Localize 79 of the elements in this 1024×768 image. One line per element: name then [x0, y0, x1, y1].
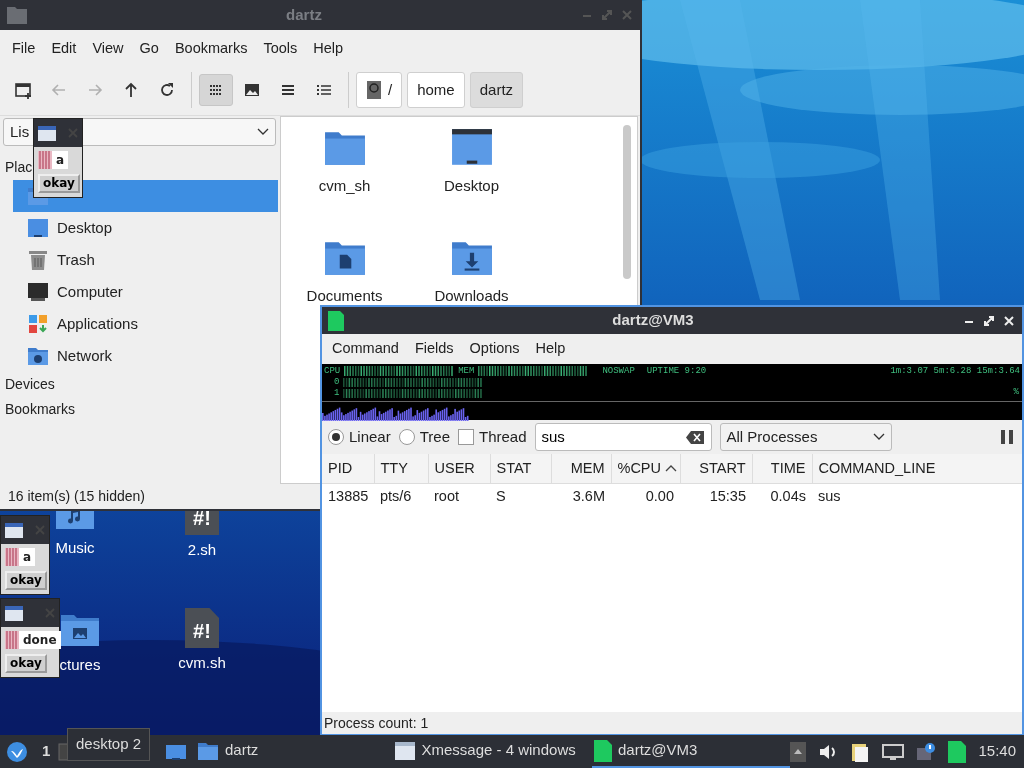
core-label: 1: [334, 386, 340, 400]
menu-item[interactable]: Edit: [43, 36, 85, 62]
core-label: 0: [334, 375, 340, 389]
path-button[interactable]: home: [407, 72, 465, 109]
radio-button[interactable]: Linear: [328, 425, 391, 448]
table-cell: S: [490, 483, 551, 509]
hashbang-glyph: #!: [193, 621, 211, 641]
menu-item[interactable]: File: [4, 36, 44, 62]
table-cell: 3.6M: [551, 483, 611, 509]
desktop-icon-label[interactable]: Music: [55, 537, 95, 560]
desktop-icon-label[interactable]: 2.sh: [187, 539, 217, 562]
status-text: Process count: 1: [324, 713, 429, 733]
menu-item[interactable]: Go: [131, 36, 167, 62]
file-label[interactable]: cvm_sh: [318, 174, 371, 198]
table-cell: 0.00: [611, 483, 680, 509]
window-title: dartz: [285, 4, 323, 25]
meter-label: CPU: [324, 364, 341, 378]
column-header[interactable]: PID: [322, 453, 374, 484]
column-header[interactable]: START: [680, 453, 752, 484]
radio-button[interactable]: Tree: [398, 425, 450, 448]
section-heading[interactable]: Bookmarks: [3, 396, 78, 422]
sidebar-item[interactable]: Network: [13, 339, 278, 372]
clock-text: 15:40: [978, 741, 1016, 762]
table-cell: 0.04s: [752, 483, 812, 509]
file-label[interactable]: Documents: [306, 284, 383, 308]
column-header[interactable]: TTY: [374, 453, 428, 484]
status-text: 16 item(s) (15 hidden): [8, 487, 145, 506]
menu-item[interactable]: Options: [461, 336, 528, 362]
okay-button[interactable]: okay: [5, 654, 47, 674]
menu-item[interactable]: View: [84, 36, 132, 62]
window-title: dartz@VM3: [611, 310, 695, 331]
sidebar-item[interactable]: Applications: [13, 307, 278, 340]
scale-label: %: [1013, 385, 1019, 399]
file-label[interactable]: Downloads: [434, 284, 509, 308]
sidebar-item[interactable]: Desktop: [13, 211, 278, 244]
file-label[interactable]: Desktop: [444, 174, 499, 198]
desktop-icon-label[interactable]: cvm.sh: [178, 652, 226, 675]
okay-button[interactable]: okay: [38, 174, 80, 194]
process-filter-dropdown[interactable]: All Processes: [719, 422, 892, 451]
column-header[interactable]: STAT: [490, 453, 551, 484]
menu-item[interactable]: Help: [305, 36, 352, 62]
table-cell: root: [428, 483, 490, 509]
sidebar-item[interactable]: Computer: [13, 275, 278, 308]
menu-item[interactable]: Tools: [255, 36, 306, 62]
meter-label: MEM: [458, 364, 475, 378]
path-button[interactable]: /: [356, 72, 403, 109]
checkbox[interactable]: Thread: [458, 425, 527, 448]
menu-item[interactable]: Fields: [406, 336, 462, 362]
desktop-icon-label[interactable]: ctures: [59, 654, 101, 677]
workspace-button[interactable]: 1: [42, 740, 51, 763]
taskbar-button[interactable]: dartz: [195, 735, 394, 768]
taskbar-button[interactable]: Xmessage - 4 windows: [393, 735, 592, 768]
tooltip: desktop 2: [67, 728, 151, 761]
table-cell: pts/6: [374, 483, 428, 509]
column-header[interactable]: MEM: [551, 453, 611, 484]
section-heading: Plac: [4, 157, 34, 177]
table-cell: sus: [812, 483, 1022, 509]
table-cell: 13885: [322, 483, 374, 509]
message-text: a: [22, 549, 33, 566]
hashbang-glyph: #!: [193, 511, 211, 528]
menu-item[interactable]: Help: [527, 336, 574, 362]
column-header[interactable]: COMMAND_LINE: [812, 453, 1022, 484]
menu-item[interactable]: Command: [324, 336, 407, 362]
column-header[interactable]: TIME: [752, 453, 812, 484]
okay-button[interactable]: okay: [5, 571, 47, 591]
sidebar-item[interactable]: Trash: [13, 243, 278, 276]
path-button[interactable]: dartz: [469, 72, 524, 109]
message-text: a: [55, 152, 66, 169]
meter-label: NOSWAP: [602, 364, 635, 378]
uptime-text: UPTIME 9:20: [646, 364, 707, 378]
menu-item[interactable]: Bookmarks: [166, 36, 256, 62]
load-average-text: 1m:3.07 5m:6.28 15m:3.64: [890, 364, 1020, 378]
search-field[interactable]: sus: [534, 422, 712, 451]
section-heading[interactable]: Devices: [3, 371, 57, 397]
column-header[interactable]: %CPU: [611, 453, 680, 484]
message-text: done: [22, 632, 58, 649]
table-cell: 15:35: [680, 483, 752, 509]
column-header[interactable]: USER: [428, 453, 490, 484]
taskbar-button[interactable]: dartz@VM3: [591, 735, 791, 768]
